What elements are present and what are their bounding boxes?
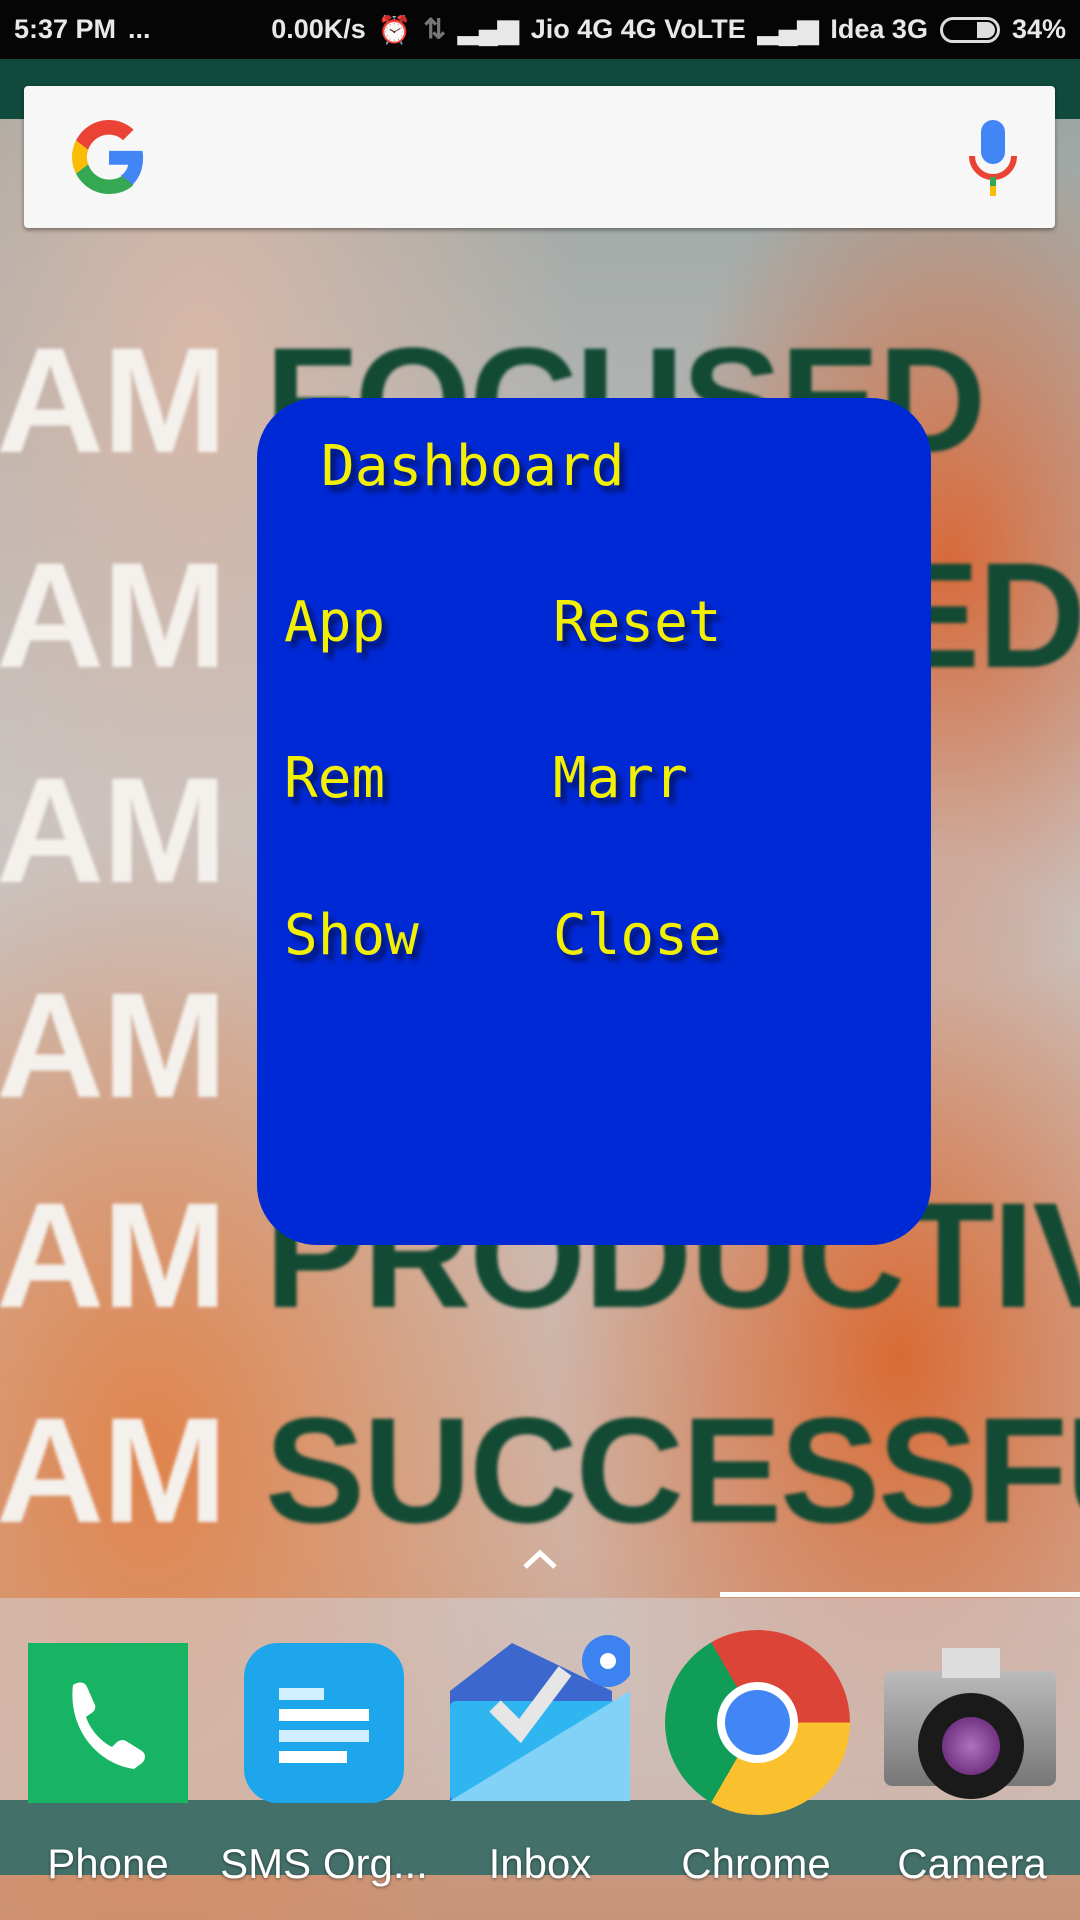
status-time: 5:37 PM [14, 14, 117, 44]
chrome-icon[interactable] [665, 1630, 850, 1815]
show-button[interactable]: Show [284, 903, 419, 968]
inbox-icon[interactable] [450, 1635, 630, 1803]
reset-button[interactable]: Reset [553, 590, 722, 655]
dialog-title: Dashboard [321, 434, 625, 499]
dock-label-inbox: Inbox [488, 1840, 592, 1887]
page-indicator [720, 1592, 1080, 1597]
data-arrows-icon: ⇅ [423, 14, 447, 44]
alarm-icon: ⏰ [377, 14, 412, 45]
google-g-icon [72, 120, 144, 194]
google-search-bar[interactable] [24, 86, 1055, 228]
app-button[interactable]: App [284, 590, 385, 655]
sms-organizer-icon[interactable] [244, 1643, 404, 1803]
rem-button[interactable]: Rem [284, 746, 385, 811]
notification-dots: ... [128, 14, 151, 44]
battery-percent: 34% [1011, 14, 1066, 44]
dock-label-sms: SMS Org... [220, 1840, 428, 1887]
dock-label-camera: Camera [897, 1840, 1047, 1887]
close-button[interactable]: Close [553, 903, 722, 968]
camera-icon[interactable] [884, 1643, 1056, 1803]
dock-label-chrome: Chrome [681, 1840, 831, 1887]
signal-icon: ▂▄▆ [458, 14, 519, 44]
dock-label-phone: Phone [47, 1840, 169, 1887]
signal-icon: ▂▄▆ [757, 14, 819, 44]
mic-icon[interactable] [966, 120, 1020, 196]
marr-button[interactable]: Marr [553, 746, 688, 811]
carrier-1: Jio 4G 4G VoLTE [530, 14, 746, 44]
net-speed: 0.00K/s [271, 14, 366, 44]
status-bar: 5:37 PM ... 0.00K/s ⏰ ⇅ ▂▄▆ Jio 4G 4G Vo… [0, 0, 1080, 59]
phone-icon[interactable] [28, 1643, 188, 1803]
battery-icon [939, 16, 1000, 43]
carrier-2: Idea 3G [830, 14, 928, 44]
chevron-up-icon[interactable] [522, 1548, 558, 1570]
dashboard-dialog: Dashboard App Reset Rem Marr Show Close [257, 398, 931, 1245]
wallpaper-line: AM SUCCESSFUL. [0, 1386, 1080, 1554]
